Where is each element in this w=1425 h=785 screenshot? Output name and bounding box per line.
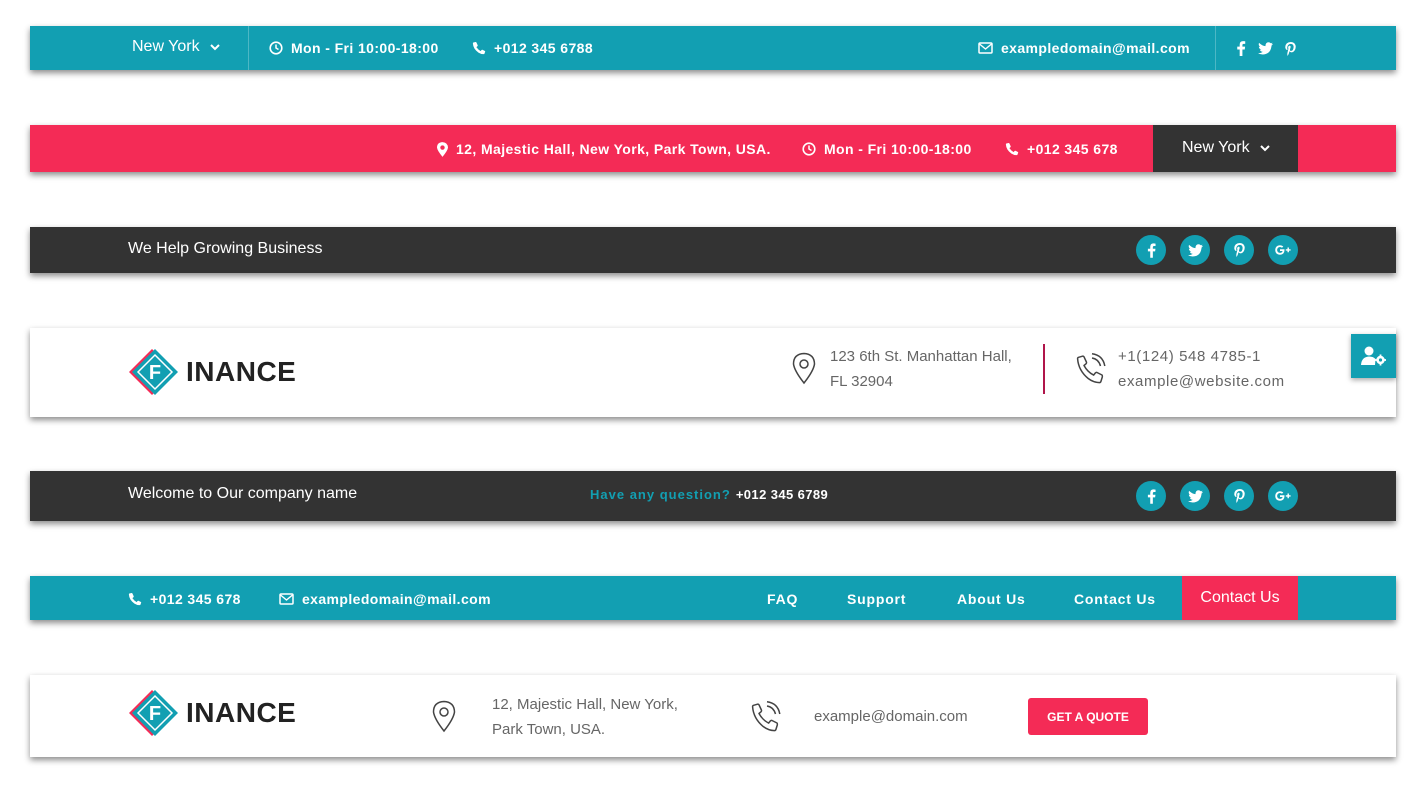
nav-support[interactable]: Support (847, 591, 906, 607)
address-text: 12, Majestic Hall, New York, Park Town, … (456, 141, 771, 157)
google-plus-icon[interactable] (1268, 235, 1298, 265)
pinterest-icon[interactable] (1224, 235, 1254, 265)
phone-text[interactable]: +1(124) 548 4785-1 (1118, 344, 1285, 369)
city-label: New York (1182, 139, 1250, 156)
phone-ringing-icon (751, 701, 781, 732)
phone-ringing-icon (1076, 353, 1106, 384)
divider (1043, 344, 1045, 394)
city-label: New York (132, 38, 200, 55)
social-links (1136, 235, 1298, 265)
address-line-1: 12, Majestic Hall, New York, (492, 696, 678, 713)
phone-info[interactable]: +012 345 6788 (472, 40, 593, 56)
facebook-icon[interactable] (1136, 235, 1166, 265)
phone-text: +012 345 678 (150, 591, 241, 607)
brand-logo[interactable]: F INANCE (128, 688, 296, 738)
nav-contact-us[interactable]: Contact Us (1074, 591, 1156, 607)
map-pin-outline-icon (792, 352, 816, 385)
email-text: exampledomain@mail.com (302, 591, 491, 607)
clock-icon (269, 41, 283, 55)
welcome-text: Welcome to Our company name (128, 485, 358, 502)
address-info: 12, Majestic Hall, New York, Park Town, … (437, 141, 771, 157)
address-block: 12, Majestic Hall, New York, Park Town, … (492, 692, 678, 742)
envelope-icon (279, 593, 294, 605)
phone-text: +012 345 6788 (494, 40, 594, 56)
google-plus-icon[interactable] (1268, 481, 1298, 511)
map-pin-outline-icon (432, 700, 456, 733)
address-line-1: 123 6th St. Manhattan Hall, (830, 348, 1012, 365)
logo-letter: F (149, 362, 161, 384)
user-settings-icon (1360, 346, 1386, 366)
logo-mark-icon: F (129, 349, 178, 395)
twitter-icon[interactable] (1258, 42, 1273, 55)
hours-text: Mon - Fri 10:00-18:00 (824, 141, 972, 157)
topbar-teal-6: +012 345 678 exampledomain@mail.com FAQ … (30, 576, 1396, 620)
facebook-icon[interactable] (1236, 41, 1246, 56)
question-text: Have any question? (590, 487, 731, 502)
email-text[interactable]: example@domain.com (814, 704, 968, 729)
phone-icon (472, 41, 486, 55)
phone-text[interactable]: +012 345 6789 (736, 487, 828, 502)
chevron-down-icon (1259, 144, 1270, 151)
contact-us-label: Contact Us (1200, 589, 1280, 606)
email-info[interactable]: exampledomain@mail.com (978, 40, 1190, 56)
topbar-teal-1: New York Mon - Fri 10:00-18:00 +012 345 … (30, 26, 1396, 70)
phone-info[interactable]: +012 345 678 (128, 591, 241, 607)
topbar-dark-3: We Help Growing Business (30, 227, 1396, 273)
social-links (1136, 481, 1298, 511)
address-block: 123 6th St. Manhattan Hall, FL 32904 (830, 344, 1012, 394)
get-a-quote-button[interactable]: GET A QUOTE (1028, 698, 1148, 735)
clock-icon (802, 142, 816, 156)
divider (1215, 26, 1216, 70)
logo-mark-icon: F (129, 690, 178, 736)
twitter-icon[interactable] (1180, 235, 1210, 265)
hours-text: Mon - Fri 10:00-18:00 (291, 40, 439, 56)
phone-text: +012 345 678 (1027, 141, 1118, 157)
address-line-2: Park Town, USA. (492, 721, 606, 738)
tagline: We Help Growing Business (128, 240, 323, 257)
envelope-icon (978, 42, 993, 54)
phone-icon (1005, 142, 1019, 156)
facebook-icon[interactable] (1136, 481, 1166, 511)
city-selector[interactable]: New York (1153, 125, 1298, 172)
pinterest-icon[interactable] (1224, 481, 1254, 511)
phone-info[interactable]: +012 345 678 (1005, 141, 1118, 157)
map-pin-icon (437, 141, 448, 157)
question-line: Have any question? +012 345 6789 (590, 487, 828, 502)
chevron-down-icon (209, 43, 220, 50)
email-info[interactable]: exampledomain@mail.com (279, 591, 491, 607)
user-settings-button[interactable] (1351, 334, 1396, 378)
logo-text: INANCE (186, 356, 297, 387)
header-white-7: F INANCE 12, Majestic Hall, New York, Pa… (30, 675, 1396, 757)
logo-text: INANCE (186, 697, 297, 728)
nav-faq[interactable]: FAQ (767, 591, 798, 607)
social-links (1236, 41, 1296, 56)
header-white-4: F INANCE 123 6th St. Manhattan Hall, FL … (30, 328, 1396, 417)
logo-letter: F (149, 703, 161, 725)
email-text[interactable]: example@website.com (1118, 369, 1285, 394)
hours-info: Mon - Fri 10:00-18:00 (269, 40, 439, 56)
pinterest-icon[interactable] (1285, 41, 1296, 56)
topbar-pink-2: 12, Majestic Hall, New York, Park Town, … (30, 125, 1396, 172)
email-text: exampledomain@mail.com (1001, 40, 1190, 56)
phone-icon (128, 592, 142, 606)
city-selector[interactable]: New York (132, 38, 220, 56)
nav-about-us[interactable]: About Us (957, 591, 1026, 607)
get-a-quote-label: GET A QUOTE (1047, 709, 1129, 724)
contact-us-button[interactable]: Contact Us (1182, 576, 1298, 620)
contact-block: +1(124) 548 4785-1 example@website.com (1118, 344, 1285, 394)
hours-info: Mon - Fri 10:00-18:00 (802, 141, 972, 157)
address-line-2: FL 32904 (830, 373, 893, 390)
twitter-icon[interactable] (1180, 481, 1210, 511)
brand-logo[interactable]: F INANCE (128, 347, 296, 397)
divider (248, 26, 249, 70)
topbar-dark-5: Welcome to Our company name Have any que… (30, 471, 1396, 521)
